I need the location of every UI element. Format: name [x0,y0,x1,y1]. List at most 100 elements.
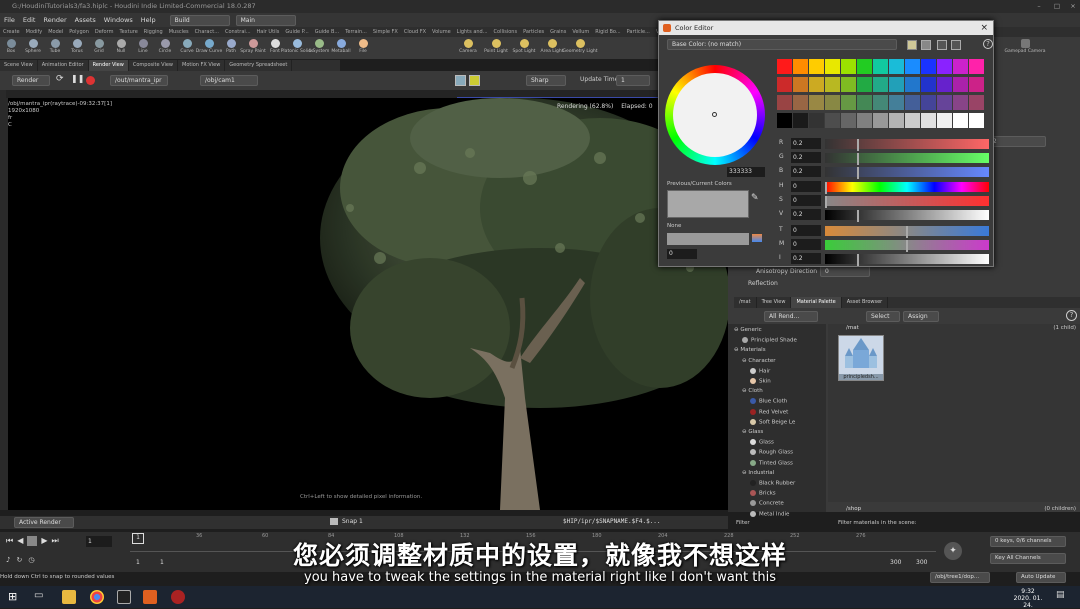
slider-track[interactable] [825,226,989,238]
color-editor-titlebar[interactable]: Color Editor × [659,21,993,35]
auto-update-dropdown[interactable]: Auto Update [1016,572,1066,583]
shelf-tab[interactable]: Grains [547,27,569,37]
palette-swatch[interactable] [841,77,856,92]
close-window-button[interactable]: × [1064,0,1080,13]
sharp-dropdown[interactable]: Sharp [526,75,566,86]
pane-tab[interactable]: Geometry Spreadsheet [225,60,293,71]
slider-handle[interactable] [825,196,827,208]
shelf-tab[interactable]: Create [0,27,23,37]
material-tab[interactable]: Tree View [757,297,792,308]
palette-swatch[interactable] [921,77,936,92]
material-tree-item[interactable]: Tinted Glass [750,459,793,466]
material-tree-item[interactable]: Soft Beige Le [750,418,795,425]
none-swatch[interactable] [667,233,749,245]
shelf-tab[interactable]: Guide B... [312,27,342,37]
sliders-view-icon[interactable] [921,40,931,50]
shelf-tool[interactable]: Font [264,37,286,59]
light-tool[interactable]: Area Light [538,37,566,59]
shelf-tab[interactable]: Texture [116,27,140,37]
shelf-tab[interactable]: Guide P... [282,27,311,37]
material-tree-item[interactable]: Hair [750,367,770,374]
menu-render[interactable]: Render [39,16,70,24]
material-tree-item[interactable]: ⊖ Industrial [742,470,774,476]
none-value-field[interactable]: 0 [667,249,697,259]
shelf-tool[interactable]: Curve [176,37,198,59]
rop-path-field[interactable]: /out/mantra_ipr [110,75,168,86]
palette-swatch[interactable] [937,77,952,92]
shelf-tab[interactable]: Particle... [624,27,653,37]
palette-swatch[interactable] [889,95,904,110]
palette-swatch[interactable] [873,113,888,128]
palette-swatch[interactable] [873,95,888,110]
camera-path-field[interactable]: /obj/cam1 [200,75,258,86]
slider-value-field[interactable]: 0 [791,239,821,250]
palette-swatch[interactable] [921,59,936,74]
palette-swatch[interactable] [969,113,984,128]
shelf-tool[interactable]: Line [132,37,154,59]
shelf-tab[interactable]: Vellum [569,27,592,37]
region-icon[interactable] [455,75,466,86]
shelf-tool[interactable]: Path [220,37,242,59]
shelf-tab[interactable]: Terrain... [342,27,370,37]
palette-swatch[interactable] [905,113,920,128]
photos-icon[interactable] [117,590,131,604]
palette-swatch[interactable] [777,77,792,92]
shelf-tool[interactable]: Sphere [22,37,44,59]
shelf-tab[interactable]: Muscles [166,27,192,37]
light-tool[interactable]: Point Light [482,37,510,59]
material-tree-item[interactable]: Metal Indie [750,510,789,517]
preview-icon[interactable] [469,75,480,86]
material-thumbnail[interactable]: principledsh... [838,335,884,381]
eyedropper-icon[interactable]: ✎ [751,193,759,203]
palette-swatch[interactable] [889,77,904,92]
palette-swatch[interactable] [825,59,840,74]
slider-value-field[interactable]: 0.2 [791,166,821,177]
shelf-tab[interactable]: Polygon [66,27,92,37]
slider-value-field[interactable]: 0 [791,181,821,192]
file-explorer-icon[interactable] [62,590,76,604]
slider-handle[interactable] [906,240,908,252]
palette-swatch[interactable] [825,113,840,128]
shelf-tab[interactable]: Modify [23,27,46,37]
slider-track[interactable] [825,182,989,194]
slider-track[interactable] [825,153,989,165]
slider-handle[interactable] [825,182,827,194]
material-tree-item[interactable]: ⊖ Glass [742,429,763,435]
material-tree-item[interactable]: Concrete [750,500,784,507]
stop-icon[interactable] [86,76,95,85]
slider-track[interactable] [825,196,989,208]
material-tree-item[interactable]: Principled Shade [742,337,797,344]
shelf-tab[interactable]: Collisions [491,27,521,37]
slider-handle[interactable] [857,153,860,165]
palette-swatch[interactable] [793,77,808,92]
palette-swatch[interactable] [825,95,840,110]
slider-value-field[interactable]: 0.2 [791,152,821,163]
material-tree-item[interactable]: Bricks [750,490,776,497]
palette-swatch[interactable] [809,113,824,128]
shelf-tool[interactable]: Box [0,37,22,59]
shelf-tool[interactable]: Null [110,37,132,59]
palette-swatch[interactable] [969,95,984,110]
palette-swatch[interactable] [953,59,968,74]
palette-swatch[interactable] [857,59,872,74]
palette-swatch[interactable] [921,113,936,128]
palette-swatch[interactable] [889,113,904,128]
previous-current-swatch[interactable] [667,190,749,218]
palette-swatch[interactable] [809,77,824,92]
slider-track[interactable] [825,254,989,266]
palette-swatch[interactable] [857,95,872,110]
palette-swatch[interactable] [777,95,792,110]
shelf-tab[interactable]: Rigging [141,27,166,37]
shelf-tab[interactable]: Model [45,27,66,37]
start-icon[interactable]: ⊞ [8,590,22,604]
slider-handle[interactable] [906,226,908,238]
snapshot-icon[interactable] [330,518,338,525]
palette-swatch[interactable] [777,113,792,128]
material-tree-item[interactable]: Rough Glass [750,449,793,456]
help-icon[interactable]: ? [1066,310,1077,321]
slider-value-field[interactable]: 0.2 [791,209,821,220]
assign-button[interactable]: Assign [903,311,939,322]
material-tree-item[interactable]: ⊖ Character [742,358,776,364]
refresh-icon[interactable]: ⟳ [56,74,64,84]
palette-swatch[interactable] [905,95,920,110]
